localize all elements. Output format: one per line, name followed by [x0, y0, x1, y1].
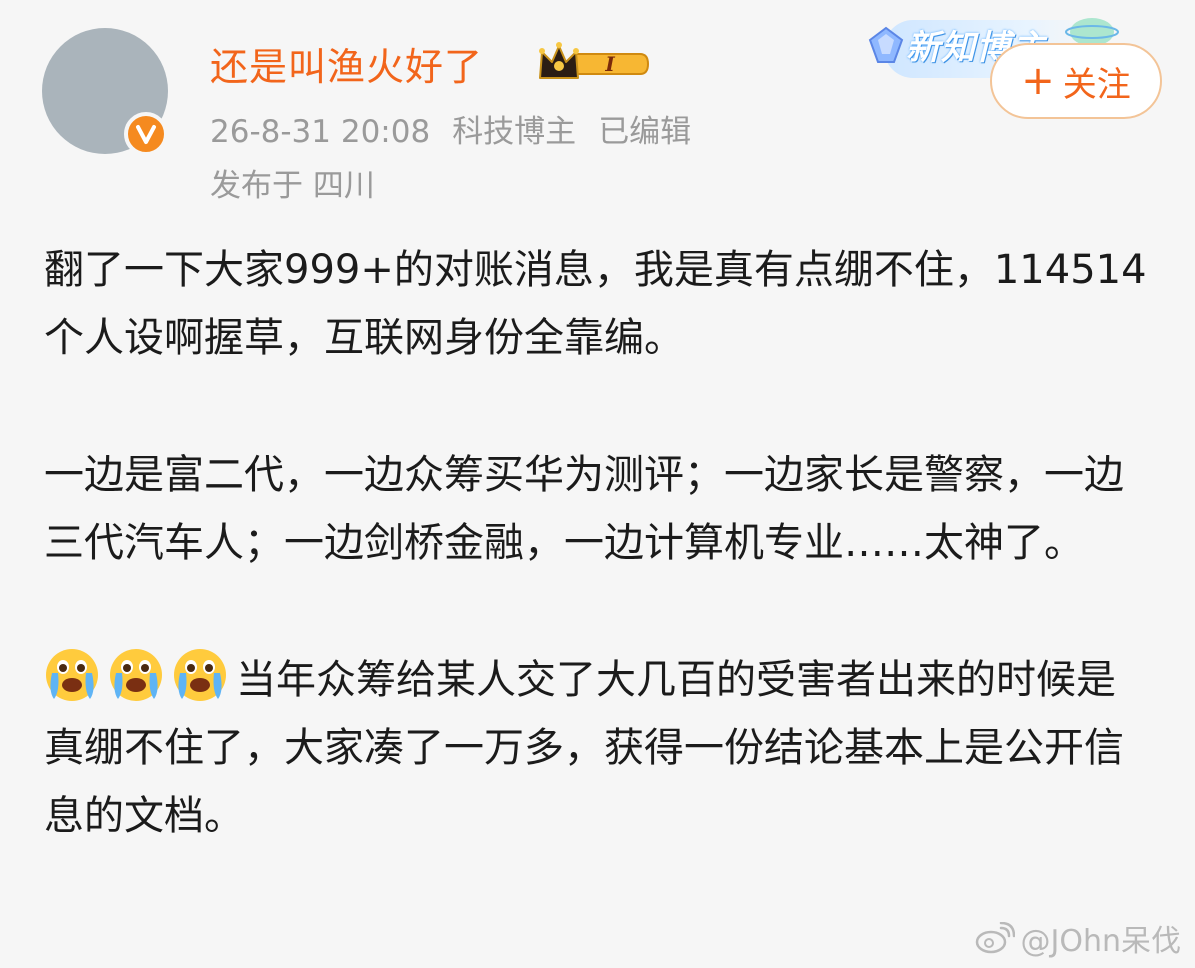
crying-face-emoji: [46, 649, 98, 701]
post-content: 翻了一下大家999+的对账消息，我是真有点绷不住，114514个人设啊握草，互联…: [44, 236, 1154, 850]
post-timestamp: 26-8-31 20:08: [210, 114, 431, 150]
follow-label: 关注: [1062, 64, 1131, 105]
paragraph-3: 当年众筹给某人交了大几百的受害者出来的时候是真绷不住了，大家凑了一万多，获得一份…: [44, 646, 1154, 850]
post-location: 发布于 四川: [210, 168, 375, 204]
verified-v-icon: [124, 112, 168, 156]
crying-face-emoji: [174, 649, 226, 701]
paragraph-1: 翻了一下大家999+的对账消息，我是真有点绷不住，114514个人设啊握草，互联…: [44, 247, 1147, 361]
edited-label[interactable]: 已编辑: [598, 114, 691, 150]
crown-level-icon[interactable]: I: [536, 40, 652, 88]
author-name[interactable]: 还是叫渔火好了: [210, 36, 483, 91]
follow-button[interactable]: + 关注: [990, 43, 1162, 119]
author-role: 科技博主: [452, 114, 577, 150]
crying-face-emoji: [110, 649, 162, 701]
weibo-logo-icon: [975, 922, 1015, 954]
plus-icon: +: [1021, 58, 1055, 104]
level-text: I: [604, 52, 615, 76]
paragraph-2: 一边是富二代，一边众筹买华为测评；一边家长是警察，一边三代汽车人；一边剑桥金融，…: [44, 452, 1124, 566]
post-meta: 26-8-31 20:08 科技博主 已编辑: [210, 106, 713, 151]
watermark-text: @JOhn呆伐: [1020, 924, 1182, 959]
watermark: @JOhn呆伐: [975, 916, 1182, 960]
